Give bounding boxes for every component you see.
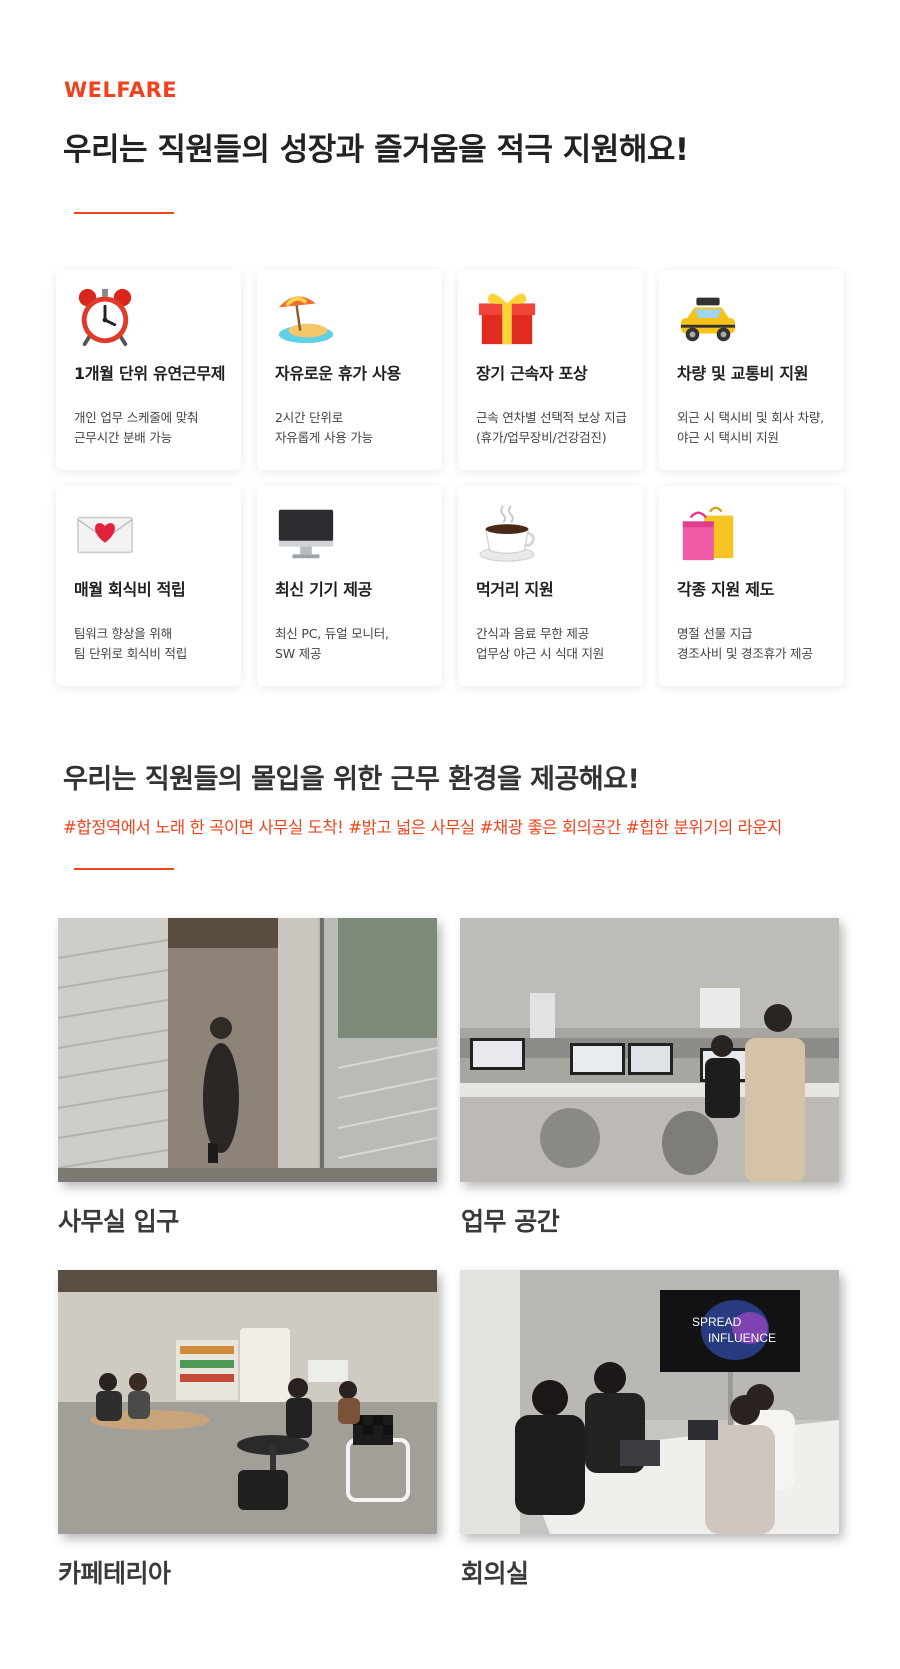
benefit-desc-line: 팀 단위로 회식비 적립: [74, 646, 188, 661]
benefit-desc-line: 간식과 음료 무한 제공: [476, 626, 590, 641]
benefit-desc: 팀워크 향상을 위해 팀 단위로 회식비 적립: [74, 624, 187, 664]
environment-headline: 우리는 직원들의 몰입을 위한 근무 환경을 제공해요!: [63, 764, 640, 795]
beach-island-icon: [278, 296, 334, 344]
cafeteria-photo: [58, 1270, 437, 1534]
benefit-card: 최신 기기 제공 최신 PC, 듀얼 모니터, SW 제공: [257, 486, 442, 686]
benefit-card: 장기 근속자 포상 근속 연차별 선택적 보상 지급 (휴가/업무장비/건강검진…: [458, 270, 643, 470]
benefit-card: 각종 지원 제도 명절 선물 지급 경조사비 및 경조휴가 제공: [659, 486, 844, 686]
benefit-card: 먹거리 지원 간식과 음료 무한 제공 업무상 야근 시 식대 지원: [458, 486, 643, 686]
benefit-title: 차량 및 교통비 지원: [677, 364, 809, 383]
benefit-desc-line: 외근 시 택시비 및 회사 차량,: [677, 410, 824, 425]
screen-text-line-1: SPREAD: [692, 1315, 742, 1329]
benefit-desc-line: 개인 업무 스케줄에 맞춰: [74, 410, 199, 425]
desktop-computer-icon: [278, 509, 334, 559]
benefit-desc-line: 최신 PC, 듀얼 모니터,: [275, 626, 389, 641]
office-entrance-photo: [58, 918, 437, 1182]
benefit-desc-line: 야근 시 택시비 지원: [677, 430, 779, 445]
divider: [74, 212, 174, 214]
benefit-desc: 2시간 단위로 자유롭게 사용 가능: [275, 408, 373, 448]
photo-caption: 사무실 입구: [58, 1207, 179, 1236]
benefit-title: 자유로운 휴가 사용: [275, 364, 401, 383]
shopping-bags-icon: [682, 506, 734, 561]
benefit-desc-line: (휴가/업무장비/건강검진): [476, 430, 607, 445]
benefit-title: 각종 지원 제도: [677, 580, 775, 599]
welfare-headline: 우리는 직원들의 성장과 즐거움을 적극 지원해요!: [63, 132, 689, 168]
benefit-title: 장기 근속자 포상: [476, 364, 588, 383]
divider: [74, 868, 174, 870]
hot-coffee-icon: [479, 505, 535, 562]
benefit-desc: 개인 업무 스케줄에 맞춰 근무시간 분배 가능: [74, 408, 199, 448]
environment-hashtags: #합정역에서 노래 한 곡이면 사무실 도착! #밝고 넓은 사무실 #채광 좋…: [63, 818, 782, 837]
benefit-title: 최신 기기 제공: [275, 580, 373, 599]
alarm-clock-icon: [78, 288, 132, 347]
taxi-icon: [680, 297, 736, 342]
screen-text-line-2: INFLUENCE: [708, 1331, 776, 1345]
meeting-room-photo: SPREAD INFLUENCE: [460, 1270, 839, 1534]
benefit-desc-line: 명절 선물 지급: [677, 626, 753, 641]
benefit-title: 먹거리 지원: [476, 580, 554, 599]
benefit-desc-line: 자유롭게 사용 가능: [275, 430, 373, 445]
benefit-desc-line: SW 제공: [275, 646, 322, 661]
gift-box-icon: [478, 293, 536, 345]
benefit-desc-line: 업무상 야근 시 식대 지원: [476, 646, 605, 661]
benefit-card: 차량 및 교통비 지원 외근 시 택시비 및 회사 차량, 야근 시 택시비 지…: [659, 270, 844, 470]
photo-caption: 업무 공간: [461, 1207, 560, 1236]
benefit-grid: 1개월 단위 유연근무제 개인 업무 스케줄에 맞춰 근무시간 분배 가능 자유…: [56, 270, 844, 686]
benefit-desc-line: 근무시간 분배 가능: [74, 430, 172, 445]
benefit-desc: 최신 PC, 듀얼 모니터, SW 제공: [275, 624, 389, 664]
benefit-desc: 근속 연차별 선택적 보상 지급 (휴가/업무장비/건강검진): [476, 408, 627, 448]
benefit-title: 매월 회식비 적립: [74, 580, 186, 599]
workspace-photo: [460, 918, 839, 1182]
benefit-desc: 간식과 음료 무한 제공 업무상 야근 시 식대 지원: [476, 624, 604, 664]
benefit-desc: 명절 선물 지급 경조사비 및 경조휴가 제공: [677, 624, 813, 664]
photo-caption: 카페테리아: [58, 1559, 171, 1588]
benefit-card: 1개월 단위 유연근무제 개인 업무 스케줄에 맞춰 근무시간 분배 가능: [56, 270, 241, 470]
benefit-desc-line: 경조사비 및 경조휴가 제공: [677, 646, 813, 661]
benefit-desc-line: 2시간 단위로: [275, 410, 344, 425]
benefit-desc-line: 팀워크 향상을 위해: [74, 626, 172, 641]
benefit-title: 1개월 단위 유연근무제: [74, 364, 226, 383]
benefit-desc-line: 근속 연차별 선택적 보상 지급: [476, 410, 627, 425]
benefit-desc: 외근 시 택시비 및 회사 차량, 야근 시 택시비 지원: [677, 408, 824, 448]
benefit-card: 매월 회식비 적립 팀워크 향상을 위해 팀 단위로 회식비 적립: [56, 486, 241, 686]
photo-caption: 회의실: [461, 1559, 529, 1588]
benefit-card: 자유로운 휴가 사용 2시간 단위로 자유롭게 사용 가능: [257, 270, 442, 470]
love-letter-icon: [77, 516, 133, 554]
welfare-eyebrow: WELFARE: [64, 78, 178, 102]
